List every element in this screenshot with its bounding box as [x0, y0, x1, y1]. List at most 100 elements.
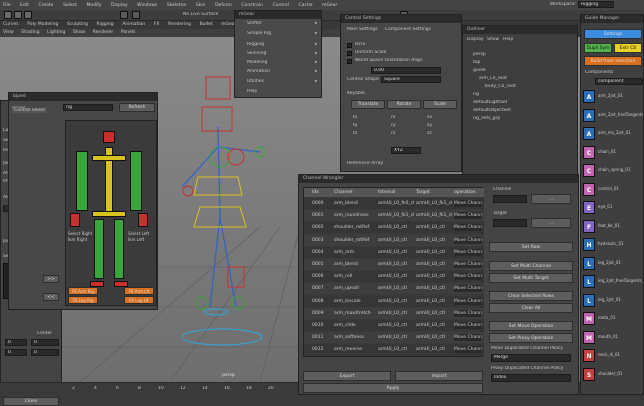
mgear-menu-item[interactable]: Help [247, 89, 257, 94]
menu-item[interactable]: File [3, 3, 11, 8]
timeline[interactable]: 2 4 6 8 10 12 14 16 18 20 [0, 382, 298, 395]
picker-arm-right[interactable] [76, 151, 88, 211]
outliner-item[interactable]: arm_L0_root [479, 76, 507, 81]
move-up-button[interactable]: << [43, 293, 59, 301]
picker-arm-left[interactable] [130, 151, 142, 211]
component-item[interactable]: Hhydraulic_01 [583, 237, 643, 253]
component-item[interactable]: Aarm_2jnt_freeTangents_01 [583, 108, 643, 124]
build-from-selection-button[interactable]: Build from selection [584, 56, 642, 66]
operation-select[interactable]: Move Chann [454, 322, 482, 329]
refresh-button[interactable]: Refresh [119, 103, 155, 112]
outliner-item[interactable]: guide [473, 68, 486, 73]
outliner-item[interactable]: persp [473, 52, 486, 57]
header-target[interactable]: Target [416, 188, 448, 197]
panel-menu[interactable]: Lighting [47, 30, 65, 35]
select-left-label[interactable]: Select Left [128, 231, 149, 236]
axis-checkbox[interactable]: sz [427, 131, 432, 136]
new-scene-icon[interactable] [4, 11, 12, 19]
table-row[interactable]: 0000 arm_blend armUI_L0_fk0_ctl armUI_L0_fk… [304, 198, 484, 209]
component-item[interactable]: Ffoot_bk_01 [583, 219, 643, 235]
rotate-button[interactable]: Rotate [387, 100, 421, 109]
outliner-menu[interactable]: Display [467, 37, 484, 42]
axis-checkbox[interactable]: rz [391, 131, 395, 136]
checkbox[interactable] [347, 59, 352, 64]
operation-select[interactable]: Move Chann [454, 297, 482, 305]
mgear-menu-item[interactable]: Modeling [247, 60, 267, 65]
shelf-tab[interactable]: Rendering [168, 22, 191, 27]
component-item[interactable]: Mmeta_01 [583, 311, 643, 327]
menu-item[interactable]: Edit [20, 3, 29, 8]
shelf-tab[interactable]: Bullet [200, 22, 213, 27]
table-row[interactable]: 0005 arm_blend armUI_L0_ctl armUI_L0_ctl Mov… [304, 259, 484, 270]
component-item[interactable]: Lleg_2jnt_freeTangents_01 [583, 274, 643, 290]
operation-select[interactable]: Move Chann [454, 273, 482, 281]
table-row[interactable]: 0004 arm_arm armUI_L0_ctl armUI_L0_ctl Move … [304, 246, 484, 258]
clear-all-button[interactable]: Clear All [489, 303, 573, 313]
select-tool-icon[interactable] [120, 11, 128, 19]
table-row[interactable]: 0003 shoulder_rotRef armUI_L0_ctl armUI_L0_… [304, 234, 484, 246]
mgear-menu-item[interactable]: Simple Rig [247, 31, 271, 36]
set-move-operation-button[interactable]: Set Move Operation [489, 321, 573, 331]
select-right-label[interactable]: Select Right [68, 231, 92, 236]
component-filter[interactable]: component [595, 78, 643, 85]
channel-pick-button[interactable]: ... [531, 194, 571, 204]
move-down-button[interactable]: >> [43, 275, 59, 283]
axis-checkbox[interactable]: ty [353, 123, 357, 128]
close-button[interactable]: Close [3, 397, 59, 406]
component-item[interactable]: Lleg_2jnt_01 [583, 256, 643, 272]
table-row[interactable]: 0008 arm_ikscale armUI_L0_ctl armUI_L0_ctl M… [304, 295, 484, 307]
menu-item[interactable]: Deform [215, 3, 232, 8]
menu-item[interactable]: Create [38, 3, 53, 8]
component-item[interactable]: Ccontrol_01 [583, 182, 643, 198]
header-channel[interactable]: Channel [334, 188, 374, 197]
fk-arm-left-button[interactable]: FK Arm Lft [124, 287, 154, 295]
rotate-order-select[interactable]: XYZ [391, 147, 421, 154]
settings-button[interactable]: Settings [584, 29, 642, 39]
operation-select[interactable]: Move Chann [454, 334, 482, 342]
tab-main-settings[interactable]: Main Settings [347, 27, 378, 32]
operation-select[interactable]: Move Chann [454, 224, 482, 232]
table-row[interactable]: 0009 arm_maxstretch armUI_L0_ctl armUI_L0_c… [304, 307, 484, 319]
target-field[interactable] [493, 219, 527, 227]
table-row[interactable]: 0012 arm_reverse armUI_L0_ctl armUI_L0_ctl M… [304, 344, 484, 356]
picker-leg-right[interactable] [94, 219, 104, 279]
set-row-button[interactable]: Set Row [489, 242, 573, 252]
ikm-left-label[interactable]: Ikm Left [128, 237, 144, 242]
component-item[interactable]: Aarm_ms_2jnt_01 [583, 126, 643, 142]
picker-chest[interactable] [92, 155, 126, 161]
fk-arm-right-button[interactable]: FK Arm Rig [68, 287, 98, 295]
menu-item[interactable]: Windows [137, 3, 157, 8]
axis-checkbox[interactable]: ry [391, 123, 396, 128]
outliner-item[interactable]: rig [473, 92, 479, 97]
target-pick-button[interactable]: ... [531, 218, 571, 228]
operation-select[interactable]: Move Chann [454, 212, 482, 220]
axis-checkbox[interactable]: sx [427, 115, 432, 120]
shelf-tab[interactable]: Rigging [97, 22, 114, 27]
outliner-item[interactable]: top [473, 60, 480, 65]
scale-button[interactable]: Scale [423, 100, 457, 109]
outliner-item[interactable]: body_C0_root [485, 84, 516, 89]
open-scene-icon[interactable] [14, 11, 22, 19]
table-row[interactable]: 0011 arm_softness armUI_L0_ctl armUI_L0_ctl… [304, 332, 484, 344]
menu-item[interactable]: Skeleton [167, 3, 186, 8]
axis-checkbox[interactable]: tz [353, 131, 357, 136]
table-row[interactable]: 0007 arm_upvoll armUI_L0_ctl armUI_L0_ctl Mo… [304, 283, 484, 295]
axis-checkbox[interactable]: rx [391, 115, 395, 120]
shelf-tab[interactable]: Animation [122, 22, 145, 27]
move-policy-select[interactable]: Merge [491, 354, 571, 362]
set-multi-target-button[interactable]: Set Multi Target [489, 273, 573, 283]
operation-select[interactable]: Move Chann [454, 285, 482, 293]
menu-item[interactable]: mGear [322, 3, 337, 8]
ik-value-field[interactable]: 0.00 [371, 67, 441, 74]
axis-checkbox[interactable]: sy [427, 123, 432, 128]
component-item[interactable]: Cchain_01 [583, 145, 643, 161]
outliner-menu[interactable]: Show [487, 37, 499, 42]
shelf-tab[interactable]: Poly Modeling [27, 22, 58, 27]
fk-leg-right-button[interactable]: FK Leg Rig [68, 296, 98, 304]
header-internal[interactable]: Internal [378, 188, 410, 197]
control-shape-select[interactable]: Square [381, 76, 441, 83]
menu-item[interactable]: Display [111, 3, 128, 8]
shelf-tab[interactable]: Sculpting [67, 22, 88, 27]
snap-grid-icon[interactable] [132, 11, 140, 19]
picker-hips[interactable] [92, 211, 126, 217]
